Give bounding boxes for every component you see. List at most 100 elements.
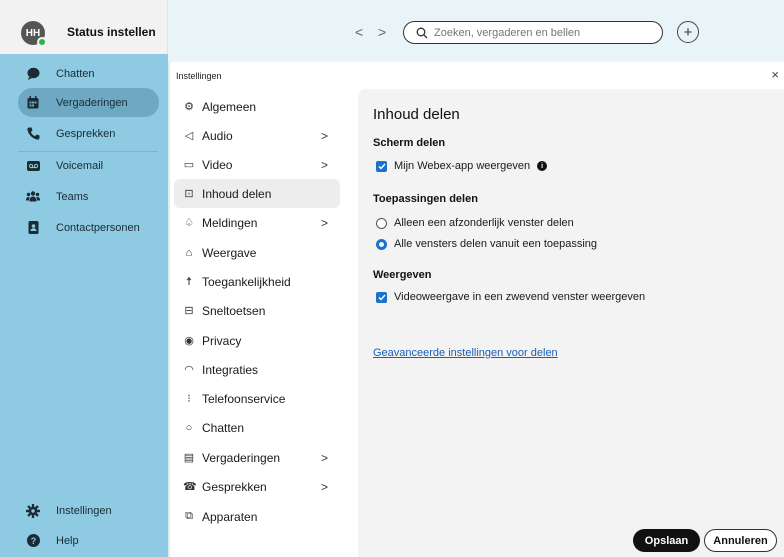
calendar-icon: ▤	[183, 452, 195, 464]
new-button[interactable]: +	[677, 21, 699, 43]
nav-label: Meldingen	[202, 215, 258, 230]
chevron-right-icon: >	[320, 450, 328, 465]
section-weergeven: Weergeven	[373, 269, 432, 281]
calendar-icon	[26, 96, 40, 110]
settings-nav-audio[interactable]: ◁ Audio >	[174, 121, 340, 150]
nav-label: Sneltoetsen	[202, 303, 266, 318]
dialpad-icon: ⁝	[187, 393, 191, 405]
sidebar-item-instellingen[interactable]: Instellingen	[18, 496, 159, 525]
settings-nav-video[interactable]: ▭ Video >	[174, 150, 340, 179]
status-dot	[37, 37, 47, 47]
share-icon: ⊡	[184, 188, 194, 200]
nav-label: Weergave	[202, 245, 257, 260]
nav-label: Algemeen	[202, 99, 257, 114]
gear-icon: ⚙	[184, 101, 194, 113]
chevron-right-icon: >	[320, 215, 328, 230]
settings-nav-privacy[interactable]: ◉ Privacy	[174, 326, 340, 355]
status-title[interactable]: Status instellen	[67, 25, 156, 39]
floating-window-checkbox[interactable]: Videoweergave in een zwevend venster wee…	[376, 291, 645, 303]
video-icon: ▭	[183, 159, 195, 171]
sidebar-item-vergaderingen[interactable]: Vergaderingen	[18, 88, 159, 117]
sidebar-item-chatten[interactable]: Chatten	[18, 59, 159, 88]
settings-nav-weergave[interactable]: ⌂ Weergave	[174, 238, 340, 267]
settings-nav-integraties[interactable]: ◠ Integraties	[174, 355, 340, 384]
sidebar: Chatten Vergaderingen Gesprekken Voicema…	[0, 54, 168, 557]
checkbox-label: Videoweergave in een zwevend venster wee…	[394, 291, 646, 303]
display-icon: ⌂	[185, 246, 193, 259]
sidebar-item-voicemail[interactable]: Voicemail	[18, 151, 159, 180]
radio-label: Alleen een afzonderlijk venster delen	[394, 217, 574, 229]
avatar[interactable]: HH	[21, 21, 47, 47]
dialog-title: Instellingen	[176, 71, 222, 81]
search-input[interactable]	[434, 26, 654, 39]
radio-unselected-icon	[376, 217, 387, 229]
sidebar-item-help[interactable]: ? Help	[18, 526, 159, 555]
nav-label: Gesprekken	[202, 479, 267, 494]
sidebar-item-label: Help	[56, 534, 79, 547]
phone-icon	[26, 127, 40, 141]
info-icon[interactable]: i	[537, 161, 548, 171]
avatar-initials: HH	[25, 27, 41, 39]
sidebar-item-label: Instellingen	[56, 504, 112, 517]
chat-icon: ○	[185, 421, 193, 434]
sidebar-item-label: Vergaderingen	[56, 96, 128, 109]
sidebar-item-label: Gesprekken	[56, 127, 116, 140]
profile-area[interactable]: HH Status instellen	[0, 0, 168, 62]
settings-nav-telefoonservice[interactable]: ⁝ Telefoonservice	[174, 384, 340, 413]
nav-label: Inhoud delen	[202, 186, 272, 201]
sidebar-item-label: Contactpersonen	[56, 221, 140, 234]
settings-nav-vergaderingen[interactable]: ▤ Vergaderingen >	[174, 443, 340, 472]
nav-label: Apparaten	[202, 509, 258, 524]
forward-arrow-icon[interactable]: >	[378, 24, 386, 40]
cancel-button[interactable]: Annuleren	[704, 529, 777, 552]
checkbox-checked-icon	[376, 291, 387, 303]
settings-dialog: Instellingen × ⚙ Algemeen ◁ Audio > ▭ Vi…	[170, 62, 784, 557]
show-webex-app-checkbox[interactable]: Mijn Webex-app weergeven i	[376, 160, 548, 172]
contacts-icon	[26, 221, 40, 235]
chevron-right-icon: >	[320, 157, 328, 172]
save-button[interactable]: Opslaan	[633, 529, 700, 552]
settings-nav-meldingen[interactable]: ♤ Meldingen >	[174, 208, 340, 237]
teams-icon	[26, 190, 40, 204]
back-arrow-icon[interactable]: <	[355, 24, 363, 40]
sidebar-item-label: Chatten	[56, 67, 95, 80]
settings-nav-gesprekken[interactable]: ☎ Gesprekken >	[174, 472, 340, 501]
sidebar-item-contactpersonen[interactable]: Contactpersonen	[18, 213, 159, 242]
keyboard-icon: ⊟	[184, 305, 194, 317]
svg-text:?: ?	[30, 536, 36, 546]
nav-label: Vergaderingen	[202, 450, 281, 465]
sidebar-item-gesprekken[interactable]: Gesprekken	[18, 119, 159, 148]
page-title: Inhoud delen	[373, 106, 460, 123]
search-bar[interactable]	[403, 21, 663, 44]
chat-icon	[26, 67, 40, 81]
sidebar-item-teams[interactable]: Teams	[18, 182, 159, 211]
settings-nav-apparaten[interactable]: ⧉ Apparaten	[174, 502, 340, 531]
nav-label: Toegankelijkheid	[202, 274, 291, 289]
advanced-settings-link[interactable]: Geavanceerde instellingen voor delen	[373, 347, 558, 359]
gear-icon	[26, 503, 40, 518]
settings-nav-inhoud-delen[interactable]: ⊡ Inhoud delen	[174, 179, 340, 208]
radio-single-window[interactable]: Alleen een afzonderlijk venster delen	[376, 217, 574, 229]
chevron-right-icon: >	[320, 479, 328, 494]
section-toepassingen-delen: Toepassingen delen	[373, 193, 478, 205]
chevron-right-icon: >	[320, 128, 328, 143]
radio-selected-icon	[376, 238, 387, 250]
radio-label: Alle vensters delen vanuit een toepassin…	[394, 238, 598, 250]
voicemail-icon	[26, 159, 40, 173]
privacy-icon: ◉	[184, 335, 194, 347]
sidebar-item-label: Teams	[56, 190, 89, 203]
checkbox-label: Mijn Webex-app weergeven	[394, 160, 531, 172]
radio-all-windows[interactable]: Alle vensters delen vanuit een toepassin…	[376, 238, 597, 250]
top-bar: HH Status instellen < > +	[0, 0, 784, 62]
nav-label: Video	[202, 157, 233, 172]
call-icon: ☎	[183, 481, 197, 493]
settings-nav-algemeen[interactable]: ⚙ Algemeen	[174, 92, 340, 121]
settings-nav-chatten[interactable]: ○ Chatten	[174, 413, 340, 442]
settings-nav-sneltoetsen[interactable]: ⊟ Sneltoetsen	[174, 296, 340, 325]
cloud-icon: ◠	[184, 364, 194, 376]
devices-icon: ⧉	[185, 510, 193, 522]
nav-label: Privacy	[202, 333, 242, 348]
settings-nav-toegankelijkheid[interactable]: ☨ Toegankelijkheid	[174, 267, 340, 296]
help-icon: ?	[26, 534, 40, 548]
close-icon[interactable]: ×	[771, 67, 779, 82]
